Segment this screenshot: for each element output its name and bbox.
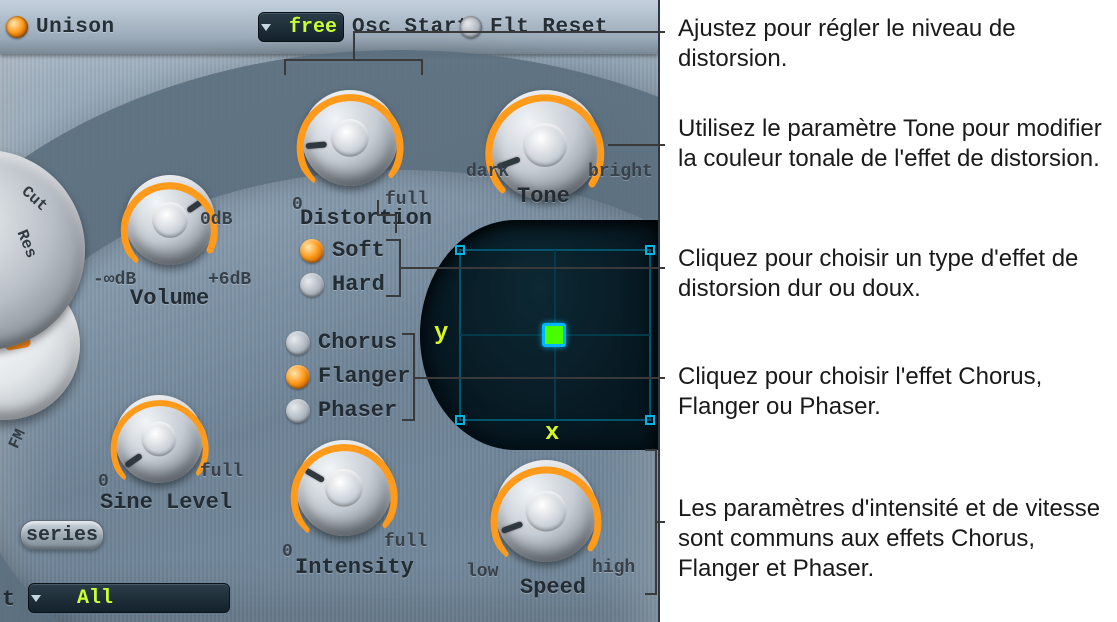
dist-type-soft[interactable]: Soft <box>300 238 385 263</box>
osc-start-label: Osc Start <box>352 16 470 39</box>
tone-label: Tone <box>517 184 570 209</box>
annotation-dist-type: Cliquez pour choisir un type d'effet de … <box>678 244 1108 304</box>
series-button[interactable]: series <box>20 520 104 550</box>
speed-max-label: high <box>592 558 635 578</box>
osc-mode-value: free <box>277 16 341 39</box>
fx-type-flanger-label: Flanger <box>318 364 410 389</box>
annotation-tone: Utilisez le paramètre Tone pour modifier… <box>678 114 1108 174</box>
volume-mid-label: 0dB <box>200 210 232 230</box>
tone-min-label: dark <box>466 162 509 182</box>
radio-off-icon <box>286 331 310 355</box>
distortion-knob[interactable] <box>302 90 398 186</box>
osc-mode-dropdown[interactable]: free <box>258 12 344 42</box>
unison-led[interactable] <box>6 16 28 38</box>
speed-min-label: low <box>466 562 498 582</box>
fm-label: FM <box>5 426 29 451</box>
bottom-dropdown[interactable]: All <box>28 583 230 613</box>
synth-panel: Unison free Osc Start Flt Reset Cut Res … <box>0 0 660 622</box>
dist-type-hard[interactable]: Hard <box>300 272 385 297</box>
xy-y-label: y <box>434 320 448 347</box>
fx-type-chorus[interactable]: Chorus <box>286 330 397 355</box>
fx-type-flanger[interactable]: Flanger <box>286 364 410 389</box>
volume-max-label: +6dB <box>208 270 251 290</box>
dropdown-arrow-icon <box>31 595 41 602</box>
annotation-distortion: Ajustez pour régler le niveau de distors… <box>678 14 1108 74</box>
flt-reset-label: Flt Reset <box>490 16 608 39</box>
xy-pad[interactable]: y x <box>420 220 658 450</box>
fx-type-phaser-label: Phaser <box>318 398 397 423</box>
radio-on-icon <box>286 365 310 389</box>
fx-type-chorus-label: Chorus <box>318 330 397 355</box>
xy-pad-grid <box>420 220 658 450</box>
unison-label: Unison <box>36 16 115 39</box>
xy-handle[interactable] <box>542 323 566 347</box>
bottom-dropdown-value: All <box>47 587 117 610</box>
annotation-intensity-speed: Les paramètres d'intensité et de vitesse… <box>678 494 1108 584</box>
top-strip: Unison free Osc Start Flt Reset <box>0 0 658 54</box>
volume-label: Volume <box>130 286 209 311</box>
radio-off-icon <box>300 273 324 297</box>
speed-knob[interactable] <box>495 460 597 562</box>
sine-max-label: full <box>200 462 243 482</box>
intensity-label: Intensity <box>295 555 414 580</box>
tone-max-label: bright <box>588 162 653 182</box>
sine-level-label: Sine Level <box>100 490 232 515</box>
radio-off-icon <box>286 399 310 423</box>
intensity-knob[interactable] <box>296 440 392 536</box>
intensity-min-label: 0 <box>282 542 293 562</box>
bottom-left-char: t <box>2 587 15 612</box>
dist-type-hard-label: Hard <box>332 272 385 297</box>
annotation-fx-type: Cliquez pour choisir l'effet Chorus, Fla… <box>678 362 1108 422</box>
sine-min-label: 0 <box>98 472 109 492</box>
distortion-label: Distortion <box>300 206 432 231</box>
series-button-label: series <box>26 524 98 547</box>
fx-type-phaser[interactable]: Phaser <box>286 398 397 423</box>
intensity-max-label: full <box>384 532 427 552</box>
dropdown-arrow-icon <box>261 24 271 31</box>
speed-label: Speed <box>520 575 586 600</box>
sine-level-knob[interactable] <box>115 395 203 483</box>
xy-x-label: x <box>545 420 559 447</box>
radio-on-icon <box>300 239 324 263</box>
screenshot-root: Unison free Osc Start Flt Reset Cut Res … <box>0 0 1117 622</box>
dist-type-soft-label: Soft <box>332 238 385 263</box>
flt-reset-led[interactable] <box>460 16 482 38</box>
